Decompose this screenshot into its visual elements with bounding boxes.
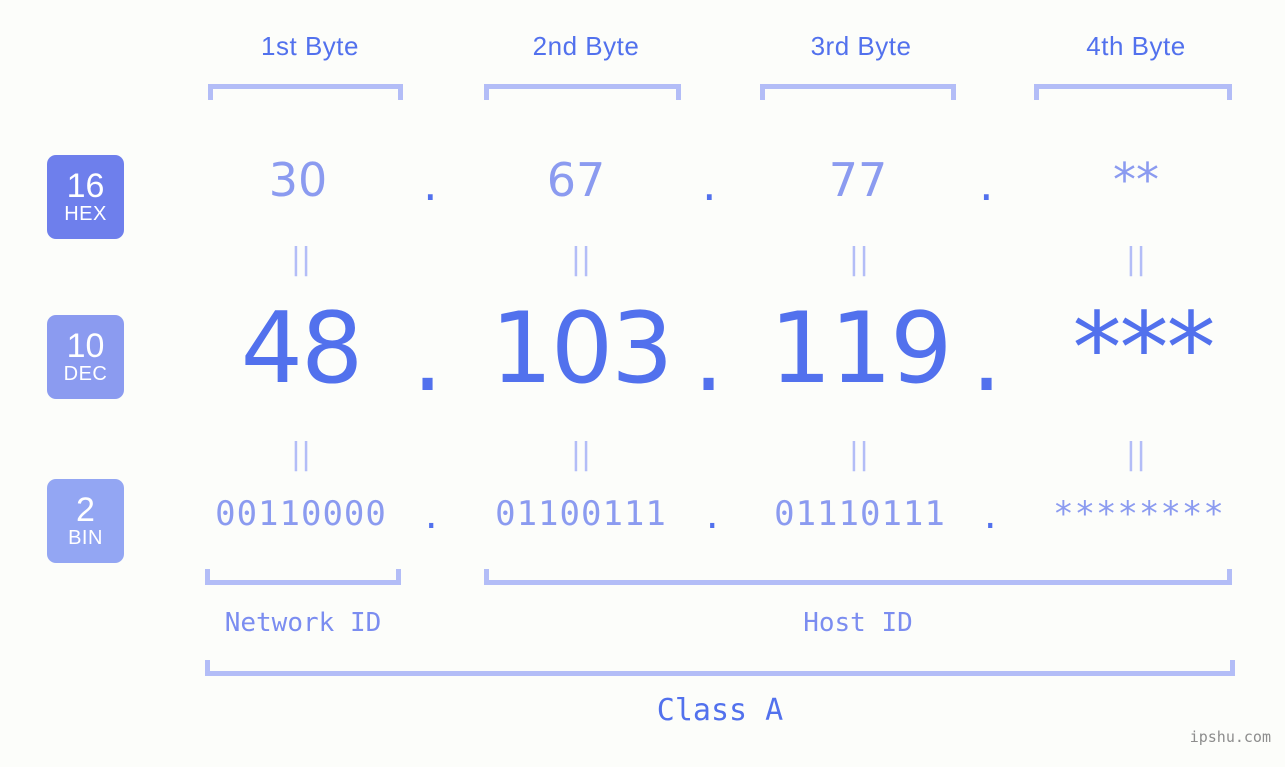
bin-separator-1: . <box>421 497 442 537</box>
dec-byte-2: 103 <box>490 292 673 406</box>
equals-marker-dec-bin-3: || <box>848 437 870 472</box>
equals-marker-dec-bin-1: || <box>290 437 312 472</box>
bin-separator-3: . <box>980 497 1001 537</box>
byte-header-4: 4th Byte <box>1086 31 1186 61</box>
bin-byte-4: ******** <box>1053 494 1225 534</box>
equals-marker-dec-bin-2: || <box>570 437 592 472</box>
byte-bracket-1 <box>208 84 403 100</box>
equals-marker-dec-bin-4: || <box>1125 437 1147 472</box>
base-badge-hex-abbr: HEX <box>64 203 107 225</box>
hex-byte-2: 67 <box>546 153 606 207</box>
base-badge-dec-number: 10 <box>66 327 105 365</box>
bin-byte-1: 00110000 <box>215 494 387 534</box>
byte-bracket-2 <box>484 84 681 100</box>
dec-byte-4: *** <box>1072 292 1216 406</box>
byte-bracket-3 <box>760 84 956 100</box>
base-badge-dec-abbr: DEC <box>63 363 108 385</box>
byte-header-1: 1st Byte <box>261 31 359 61</box>
base-badge-bin-abbr: BIN <box>68 527 103 549</box>
bin-byte-3: 01110111 <box>774 494 946 534</box>
ip-address-breakdown-diagram: 1st Byte 2nd Byte 3rd Byte 4th Byte 16 H… <box>0 0 1285 767</box>
equals-marker-hex-dec-1: || <box>290 242 312 277</box>
base-badge-hex-number: 16 <box>66 167 105 205</box>
hex-byte-3: 77 <box>828 153 888 207</box>
dec-byte-3: 119 <box>769 292 952 406</box>
dec-byte-1: 48 <box>240 292 364 406</box>
equals-marker-hex-dec-4: || <box>1125 242 1147 277</box>
site-watermark: ipshu.com <box>1189 728 1271 746</box>
host-id-bracket <box>484 569 1232 585</box>
host-id-label: Host ID <box>803 608 913 638</box>
base-badge-dec[interactable]: 10 DEC <box>47 315 124 399</box>
bin-separator-2: . <box>702 497 723 537</box>
base-badge-bin-number: 2 <box>76 491 95 529</box>
base-badge-bin[interactable]: 2 BIN <box>47 479 124 563</box>
base-badge-hex[interactable]: 16 HEX <box>47 155 124 239</box>
equals-marker-hex-dec-2: || <box>570 242 592 277</box>
network-id-bracket <box>205 569 401 585</box>
bin-byte-2: 01100111 <box>495 494 667 534</box>
class-label: Class A <box>656 693 784 728</box>
byte-header-3: 3rd Byte <box>810 31 912 61</box>
class-bracket <box>205 660 1235 676</box>
hex-separator-3: . <box>979 157 994 211</box>
hex-byte-1: 30 <box>268 153 328 207</box>
equals-marker-hex-dec-3: || <box>848 242 870 277</box>
network-id-label: Network ID <box>224 608 382 638</box>
hex-byte-4: ** <box>1113 153 1159 207</box>
byte-bracket-4 <box>1034 84 1232 100</box>
byte-header-2: 2nd Byte <box>532 31 640 61</box>
